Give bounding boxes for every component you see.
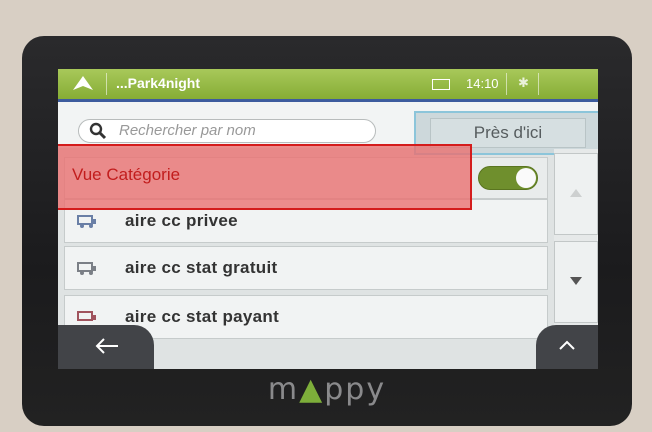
separator	[106, 73, 107, 95]
separator	[538, 73, 539, 95]
scroll-up-button[interactable]	[554, 153, 598, 235]
scroll-down-button[interactable]	[554, 241, 598, 323]
search-icon	[89, 122, 107, 140]
navigation-arrow-icon[interactable]	[72, 75, 94, 91]
search-input[interactable]: Rechercher par nom	[78, 119, 376, 143]
clock-time: 14:10	[466, 76, 499, 91]
category-view-highlight[interactable]: Vue Catégorie	[58, 144, 472, 210]
window-title: ...Park4night	[116, 75, 201, 91]
list-item-label: aire cc stat payant	[125, 307, 280, 326]
list-item-label: aire cc stat gratuit	[125, 258, 278, 277]
triangle-up-icon	[570, 189, 582, 197]
list-item[interactable]: aire cc stat gratuit	[64, 246, 548, 290]
gps-device: ...Park4night 14:10 ✱ Rechercher par nom…	[22, 36, 632, 426]
expand-button[interactable]	[536, 325, 598, 369]
bluetooth-icon: ✱	[518, 75, 529, 90]
camper-icon	[77, 215, 96, 228]
search-placeholder: Rechercher par nom	[119, 122, 256, 139]
back-arrow-icon	[95, 338, 118, 354]
camper-icon	[77, 262, 96, 275]
triangle-down-icon	[570, 277, 582, 285]
status-bar: ...Park4night 14:10 ✱	[58, 69, 598, 99]
camper-icon	[77, 311, 96, 321]
battery-icon	[432, 79, 450, 90]
back-button[interactable]	[58, 325, 154, 369]
list-item-label: aire cc privee	[125, 211, 238, 230]
chevron-up-icon	[559, 340, 575, 350]
category-view-label: Vue Catégorie	[72, 165, 181, 184]
separator	[506, 73, 507, 95]
brand-logo: m▲ppy	[267, 372, 387, 407]
toggle-knob	[516, 168, 536, 188]
category-view-toggle[interactable]	[478, 166, 538, 190]
device-screen: ...Park4night 14:10 ✱ Rechercher par nom…	[58, 69, 598, 369]
